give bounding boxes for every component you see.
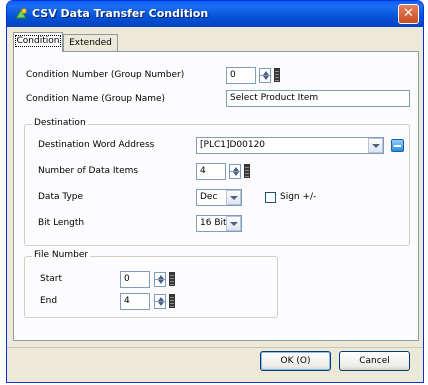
tab-condition-label: Condition: [14, 35, 62, 47]
close-button[interactable]: ✕: [398, 4, 419, 24]
window-title: CSV Data Transfer Condition: [32, 7, 209, 20]
chevron-down-icon[interactable]: [226, 190, 241, 205]
keypad-icon[interactable]: [169, 272, 175, 286]
chevron-down-icon[interactable]: [368, 138, 383, 153]
bit-length-label: Bit Length: [38, 218, 85, 228]
file-start-spin[interactable]: [154, 272, 166, 287]
destination-group-title: Destination: [32, 118, 88, 128]
tab-extended-label: Extended: [69, 38, 112, 48]
file-end-label: End: [40, 296, 58, 306]
destination-address-label: Destination Word Address: [38, 140, 155, 150]
address-input-icon[interactable]: [391, 139, 404, 152]
file-number-group: File Number: [24, 250, 278, 318]
data-type-label: Data Type: [38, 192, 84, 202]
data-items-spin[interactable]: [229, 164, 241, 179]
file-start-input[interactable]: 0: [120, 271, 150, 288]
keypad-icon[interactable]: [244, 164, 250, 178]
file-start-label: Start: [40, 274, 62, 284]
footer-divider: [7, 347, 423, 348]
data-items-label: Number of Data Items: [38, 166, 139, 176]
keypad-icon[interactable]: [169, 294, 175, 308]
keypad-icon[interactable]: [274, 68, 280, 82]
sign-checkbox[interactable]: [265, 192, 276, 203]
tab-condition[interactable]: Condition: [13, 32, 63, 52]
close-icon: ✕: [403, 6, 414, 21]
csv-transfer-dialog: CSV Data Transfer Condition ✕ Condition …: [6, 0, 424, 383]
tab-extended[interactable]: Extended: [63, 34, 118, 52]
ok-button[interactable]: OK (O): [260, 351, 331, 371]
file-end-input[interactable]: 4: [120, 293, 150, 310]
condition-name-label: Condition Name (Group Name): [26, 94, 166, 104]
sign-label: Sign +/-: [280, 192, 317, 202]
chevron-down-icon[interactable]: [226, 216, 241, 231]
file-number-group-title: File Number: [32, 250, 91, 260]
data-items-input[interactable]: 4: [196, 163, 226, 180]
destination-address-combo[interactable]: [PLC1]D00120: [196, 137, 384, 154]
csv-transfer-icon: [15, 8, 27, 19]
title-bar: CSV Data Transfer Condition ✕: [7, 1, 423, 27]
file-end-spin[interactable]: [154, 294, 166, 309]
condition-number-label: Condition Number (Group Number): [26, 70, 185, 80]
condition-name-input[interactable]: Select Product Item: [226, 90, 410, 107]
condition-panel: Condition Number (Group Number) 0 Condit…: [13, 51, 419, 341]
condition-number-input[interactable]: 0: [226, 67, 256, 84]
condition-number-spin[interactable]: [259, 68, 271, 83]
cancel-button[interactable]: Cancel: [339, 351, 410, 371]
